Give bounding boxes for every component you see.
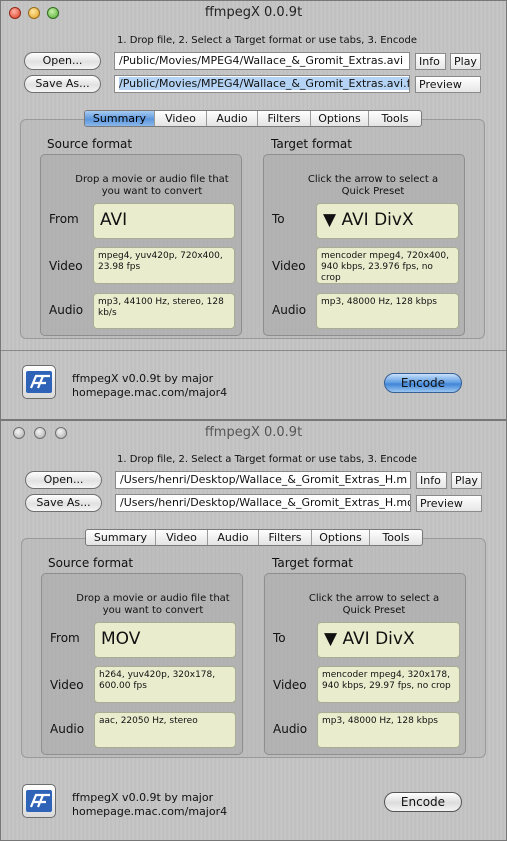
- source-video-info: mpeg4, yuv420p, 720x400, 23.98 fps: [93, 247, 235, 284]
- target-video-label: Video: [272, 259, 306, 273]
- target-audio-label: Audio: [272, 303, 307, 317]
- save-as-button[interactable]: Save As...: [25, 494, 102, 512]
- credits-author: ffmpegX v0.0.9t by major: [72, 372, 214, 385]
- summary-panel: Source format Target format Drop a movie…: [20, 119, 485, 339]
- target-format-heading: Target format: [271, 137, 352, 151]
- source-audio-label: Audio: [49, 303, 84, 317]
- credits-homepage: homepage.mac.com/major4: [72, 805, 228, 818]
- preview-button[interactable]: Preview: [416, 495, 482, 512]
- source-audio-label: Audio: [50, 722, 85, 736]
- info-button[interactable]: Info: [415, 53, 446, 70]
- tab-summary[interactable]: Summary: [86, 530, 156, 545]
- target-format-heading: Target format: [272, 556, 353, 570]
- source-format-heading: Source format: [48, 556, 134, 570]
- source-format-heading: Source format: [47, 137, 133, 151]
- tab-tools[interactable]: Tools: [369, 111, 421, 126]
- target-audio-info: mp3, 48000 Hz, 128 kbps: [316, 293, 459, 329]
- source-audio-info: aac, 22050 Hz, stereo: [94, 712, 236, 748]
- source-path-text: /Users/henri/Desktop/Wallace_&_Gromit_Ex…: [120, 473, 408, 486]
- target-audio-info: mp3, 48000 Hz, 128 kbps: [317, 712, 460, 748]
- encode-button[interactable]: Encode: [384, 373, 462, 393]
- destination-path-text: /Users/henri/Desktop/Wallace_&_Gromit_Ex…: [120, 496, 411, 509]
- credits-author: ffmpegX v0.0.9t by major: [72, 791, 214, 804]
- source-path-field[interactable]: /Public/Movies/MPEG4/Wallace_&_Gromit_Ex…: [114, 52, 410, 70]
- source-audio-info: mp3, 44100 Hz, stereo, 128 kb/s: [93, 293, 235, 329]
- tab-summary[interactable]: Summary: [85, 111, 155, 126]
- tab-bar: Summary Video Audio Filters Options Tool…: [84, 110, 422, 127]
- target-video-info: mencoder mpeg4, 720x400, 940 kbps, 23.97…: [316, 247, 459, 284]
- source-format-field: AVI: [93, 203, 235, 239]
- encode-button[interactable]: Encode: [384, 792, 462, 812]
- target-format-group: Click the arrow to select a Quick Preset…: [264, 573, 466, 755]
- tab-options[interactable]: Options: [312, 530, 370, 545]
- destination-path-text: /Public/Movies/MPEG4/Wallace_&_Gromit_Ex…: [119, 77, 410, 90]
- tab-audio[interactable]: Audio: [207, 111, 258, 126]
- tab-tools[interactable]: Tools: [370, 530, 422, 545]
- tab-audio[interactable]: Audio: [208, 530, 259, 545]
- play-button[interactable]: Play: [451, 472, 482, 489]
- target-preset-popup[interactable]: ▼ AVI DivX: [316, 203, 459, 239]
- to-label: To: [273, 631, 286, 645]
- open-button[interactable]: Open...: [24, 52, 101, 70]
- source-format-field: MOV: [94, 622, 236, 658]
- open-button[interactable]: Open...: [25, 471, 102, 489]
- credits: ffmpegX v0.0.9t by major homepage.mac.co…: [72, 791, 227, 819]
- tab-bar: Summary Video Audio Filters Options Tool…: [85, 529, 423, 546]
- window-title: ffmpegX 0.0.9t: [204, 5, 303, 20]
- tab-options[interactable]: Options: [311, 111, 369, 126]
- source-format-group[interactable]: Drop a movie or audio file that you want…: [40, 154, 242, 336]
- target-video-label: Video: [273, 678, 307, 692]
- window-title: ffmpegX 0.0.9t: [204, 425, 303, 440]
- tab-video[interactable]: Video: [155, 111, 207, 126]
- ffmpegx-window-inactive: ffmpegX 0.0.9t 1. Drop file, 2. Select a…: [0, 420, 507, 841]
- destination-path-field[interactable]: /Public/Movies/MPEG4/Wallace_&_Gromit_Ex…: [114, 75, 410, 93]
- instructions-text: 1. Drop file, 2. Select a Target format …: [117, 454, 417, 465]
- to-label: To: [272, 212, 285, 226]
- title-bar[interactable]: ffmpegX 0.0.9t: [1, 1, 506, 25]
- from-label: From: [49, 212, 79, 226]
- preset-hint: Click the arrow to select a Quick Preset: [307, 174, 439, 197]
- preview-button[interactable]: Preview: [415, 76, 481, 93]
- info-button[interactable]: Info: [416, 472, 447, 489]
- source-video-label: Video: [49, 259, 83, 273]
- instructions-text: 1. Drop file, 2. Select a Target format …: [117, 35, 417, 46]
- drop-hint: Drop a movie or audio file that you want…: [76, 593, 230, 616]
- summary-panel: Source format Target format Drop a movie…: [21, 538, 486, 758]
- tab-video[interactable]: Video: [156, 530, 208, 545]
- target-preset-popup[interactable]: ▼ AVI DivX: [317, 622, 460, 658]
- source-path-field[interactable]: /Users/henri/Desktop/Wallace_&_Gromit_Ex…: [115, 471, 411, 489]
- target-video-info: mencoder mpeg4, 320x178, 940 kbps, 29.97…: [317, 666, 460, 703]
- destination-path-field[interactable]: /Users/henri/Desktop/Wallace_&_Gromit_Ex…: [115, 494, 411, 512]
- tab-filters[interactable]: Filters: [258, 111, 311, 126]
- play-button[interactable]: Play: [450, 53, 481, 70]
- ffmpegx-logo-icon: [22, 784, 56, 818]
- from-label: From: [50, 631, 80, 645]
- target-audio-label: Audio: [273, 722, 308, 736]
- save-as-button[interactable]: Save As...: [24, 75, 101, 93]
- target-format-group: Click the arrow to select a Quick Preset…: [263, 154, 465, 336]
- divider: [1, 350, 506, 351]
- source-format-group[interactable]: Drop a movie or audio file that you want…: [41, 573, 243, 755]
- credits: ffmpegX v0.0.9t by major homepage.mac.co…: [72, 372, 227, 400]
- tab-filters[interactable]: Filters: [259, 530, 312, 545]
- drop-hint: Drop a movie or audio file that you want…: [75, 174, 229, 197]
- source-video-info: h264, yuv420p, 320x178, 600.00 fps: [94, 666, 236, 703]
- ffmpegx-logo-icon: [22, 365, 56, 399]
- ffmpegx-window-active: ffmpegX 0.0.9t 1. Drop file, 2. Select a…: [0, 0, 507, 420]
- credits-homepage: homepage.mac.com/major4: [72, 386, 228, 399]
- preset-hint: Click the arrow to select a Quick Preset: [308, 593, 440, 616]
- title-bar[interactable]: ffmpegX 0.0.9t: [1, 421, 506, 445]
- source-video-label: Video: [50, 678, 84, 692]
- source-path-text: /Public/Movies/MPEG4/Wallace_&_Gromit_Ex…: [119, 54, 404, 67]
